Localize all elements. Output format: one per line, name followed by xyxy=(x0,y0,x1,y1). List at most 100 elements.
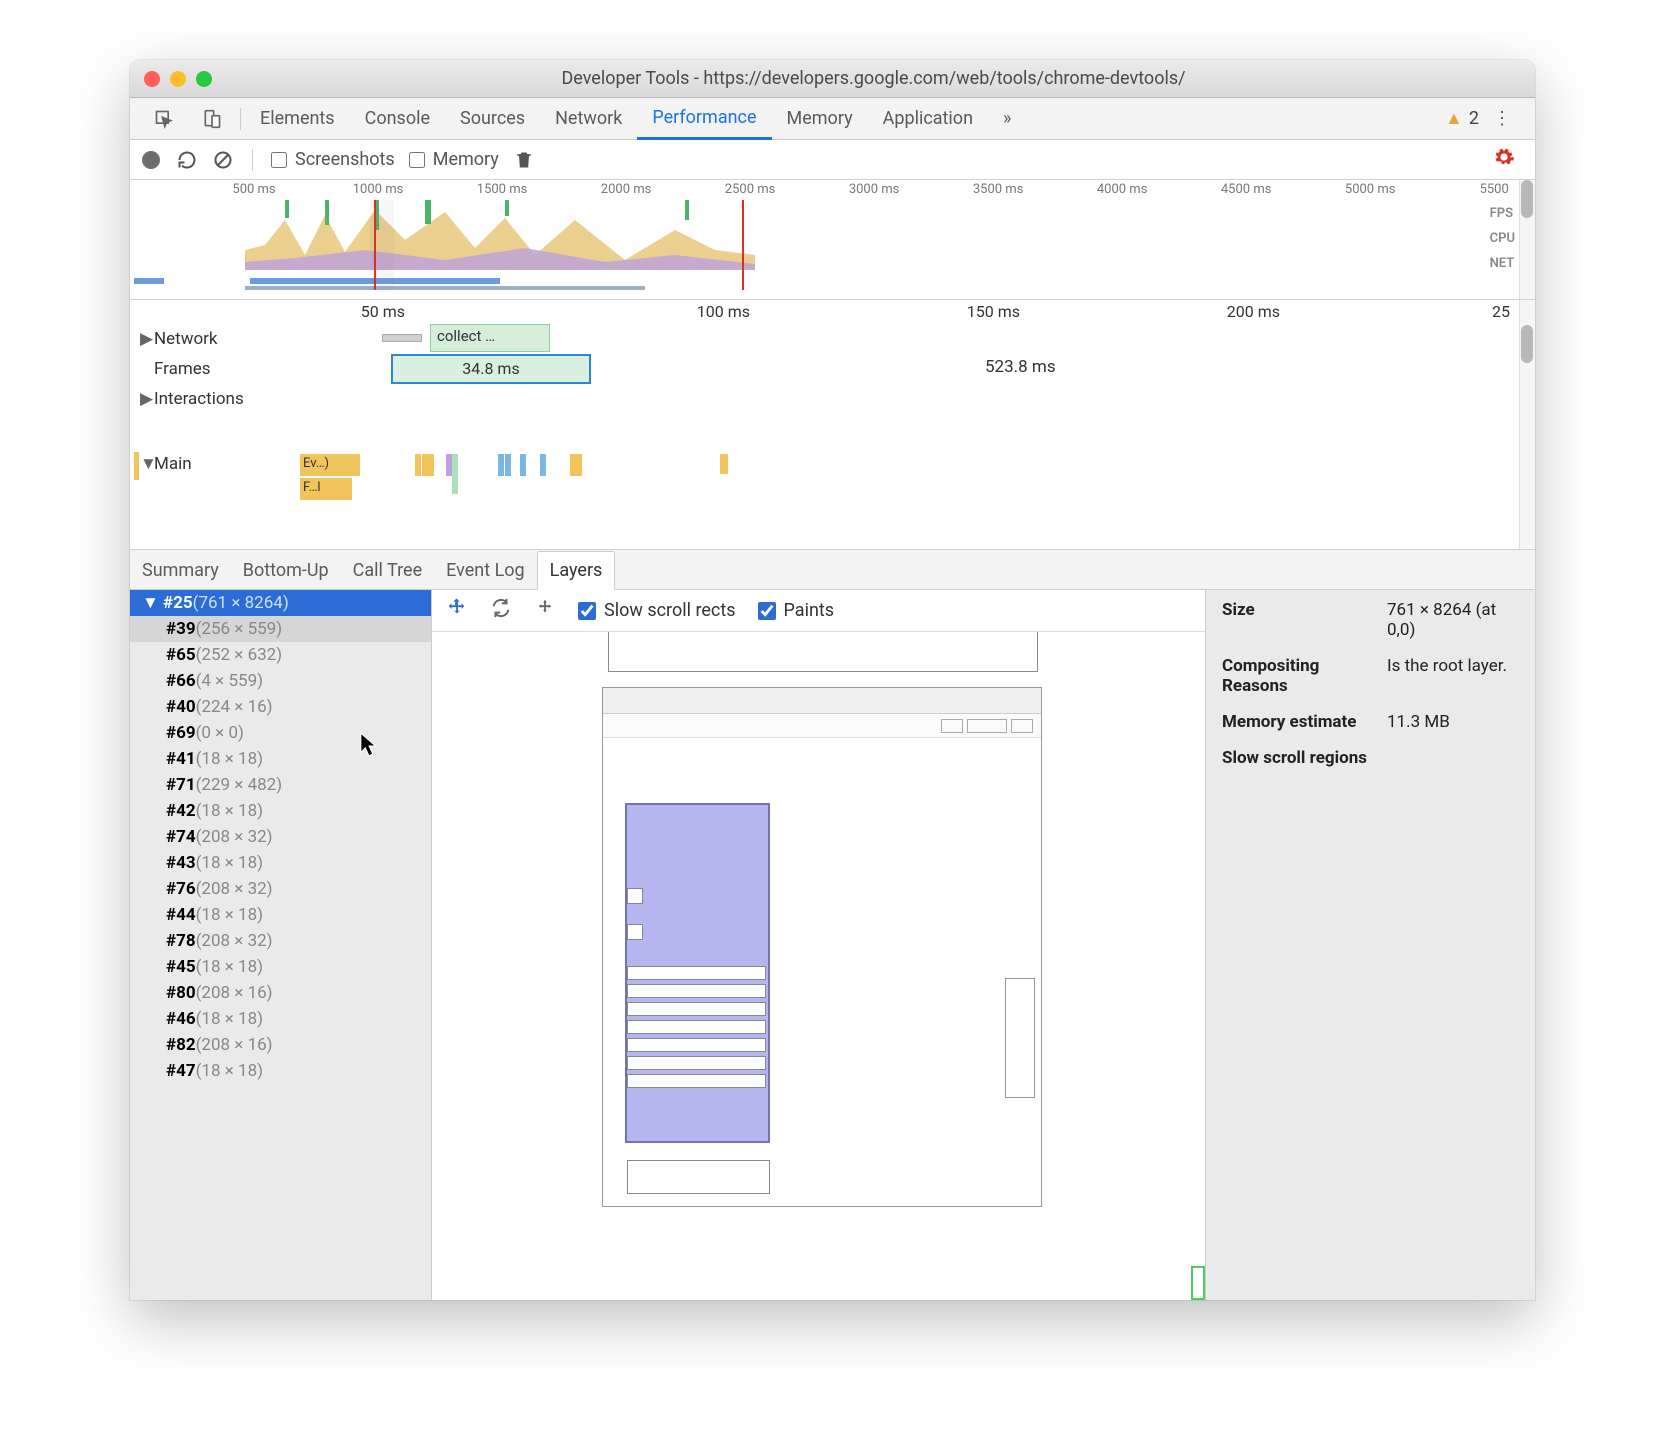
tab-performance[interactable]: Performance xyxy=(637,99,771,140)
overview-scrollbar[interactable] xyxy=(1519,180,1535,299)
layer-detail-row: Size761 × 8264 (at 0,0) xyxy=(1222,600,1519,640)
layer-tree-item[interactable]: #74(208 × 32) xyxy=(130,824,431,850)
layer-tree-item[interactable]: #39(256 × 559) xyxy=(130,616,431,642)
rotate-icon[interactable] xyxy=(490,597,512,624)
reset-icon[interactable] xyxy=(534,597,556,624)
layer-tree-item[interactable]: #78(208 × 32) xyxy=(130,928,431,954)
detail-tab-call-tree[interactable]: Call Tree xyxy=(341,552,434,589)
paints-label: Paints xyxy=(784,600,835,621)
detail-tab-bottom-up[interactable]: Bottom-Up xyxy=(231,552,341,589)
layer-tree-item[interactable]: #43(18 × 18) xyxy=(130,850,431,876)
tab-elements[interactable]: Elements xyxy=(245,98,350,139)
reload-button[interactable] xyxy=(176,149,198,171)
close-icon[interactable] xyxy=(144,71,160,87)
layer-tree-item[interactable]: #42(18 × 18) xyxy=(130,798,431,824)
overview-tick: 5000 ms xyxy=(1345,182,1396,197)
flamechart-pane[interactable]: 50 ms100 ms150 ms200 ms25 ▶Network colle… xyxy=(130,300,1535,550)
tabs-overflow[interactable]: » xyxy=(988,98,1026,139)
layer-tree-item[interactable]: #46(18 × 18) xyxy=(130,1006,431,1032)
clear-button[interactable] xyxy=(212,149,234,171)
zoom-icon[interactable] xyxy=(196,71,212,87)
main-flame[interactable]: Ev…) F…l xyxy=(300,454,600,514)
tab-network[interactable]: Network xyxy=(540,98,637,139)
slow-scroll-checkbox[interactable]: Slow scroll rects xyxy=(578,600,736,621)
layer-tree-item[interactable]: #47(18 × 18) xyxy=(130,1058,431,1084)
flame-event[interactable] xyxy=(452,454,458,494)
layer-tree-item[interactable]: #65(252 × 632) xyxy=(130,642,431,668)
track-interactions[interactable]: ▶Interactions xyxy=(130,384,1535,414)
flame-event[interactable] xyxy=(576,454,582,476)
track-main-label: Main xyxy=(154,454,192,474)
flamechart-scrollbar[interactable] xyxy=(1519,300,1535,549)
memory-checkbox[interactable]: Memory xyxy=(409,149,499,170)
track-network[interactable]: ▶Network xyxy=(130,324,1535,354)
device-icon[interactable] xyxy=(188,98,236,139)
minimize-icon[interactable] xyxy=(170,71,186,87)
layer-tree-item[interactable]: #66(4 × 559) xyxy=(130,668,431,694)
tab-application[interactable]: Application xyxy=(868,98,988,139)
layer-tree-item[interactable]: #44(18 × 18) xyxy=(130,902,431,928)
flamechart-scroll-thumb[interactable] xyxy=(1521,325,1533,363)
settings-icon[interactable] xyxy=(1493,146,1515,173)
detail-tab-layers[interactable]: Layers xyxy=(537,551,616,590)
overview-tick: 3000 ms xyxy=(849,182,900,197)
layer-tree-item[interactable]: #45(18 × 18) xyxy=(130,954,431,980)
layer-tree-item[interactable]: #41(18 × 18) xyxy=(130,746,431,772)
overview-tick: 2000 ms xyxy=(601,182,652,197)
flame-event[interactable] xyxy=(720,454,728,474)
layer-tree-root[interactable]: ▼ #25(761 × 8264) xyxy=(130,590,431,616)
inspect-icon[interactable] xyxy=(140,98,188,139)
caret-icon: ▶ xyxy=(140,329,154,349)
overview-graph[interactable] xyxy=(130,200,1535,290)
flame-event[interactable] xyxy=(540,454,546,476)
layer-tree-item[interactable]: #69(0 × 0) xyxy=(130,720,431,746)
flame-event[interactable] xyxy=(498,454,504,476)
layer-tree-item[interactable]: #71(229 × 482) xyxy=(130,772,431,798)
overview-pane[interactable]: 500 ms1000 ms1500 ms2000 ms2500 ms3000 m… xyxy=(130,180,1535,300)
flame-event[interactable] xyxy=(134,452,139,480)
overview-net-bar xyxy=(245,286,645,290)
layer-canvas[interactable] xyxy=(432,632,1205,1300)
tab-memory[interactable]: Memory xyxy=(772,98,868,139)
flame-event[interactable]: F…l xyxy=(300,478,352,500)
network-event[interactable]: collect … xyxy=(430,324,550,352)
layer-tree-item[interactable]: #82(208 × 16) xyxy=(130,1032,431,1058)
record-button[interactable] xyxy=(140,149,162,171)
perf-toolbar: Screenshots Memory xyxy=(130,140,1535,180)
overview-tick: 1500 ms xyxy=(477,182,528,197)
flame-event[interactable] xyxy=(415,454,421,476)
caret-icon: ▶ xyxy=(140,389,154,409)
pan-icon[interactable] xyxy=(446,597,468,624)
detail-tab-event-log[interactable]: Event Log xyxy=(434,552,537,589)
tab-sources[interactable]: Sources xyxy=(445,98,540,139)
flame-event[interactable]: Ev…) xyxy=(300,454,360,476)
paint-rect xyxy=(1191,1266,1205,1300)
layer-tree-item[interactable]: #76(208 × 32) xyxy=(130,876,431,902)
track-interactions-label: Interactions xyxy=(154,389,244,409)
flamechart-tracks: ▶Network collect … 34.8 ms 523.8 ms Fram… xyxy=(130,324,1535,549)
overview-tick: 5500 xyxy=(1480,182,1509,197)
flame-event[interactable] xyxy=(505,454,511,476)
overview-tick: 500 ms xyxy=(232,182,275,197)
overview-selection[interactable] xyxy=(370,200,394,290)
layer-tree-item[interactable]: #80(208 × 16) xyxy=(130,980,431,1006)
separator xyxy=(252,149,253,171)
detail-tab-summary[interactable]: Summary xyxy=(130,552,231,589)
tab-console[interactable]: Console xyxy=(350,98,445,139)
track-network-label: Network xyxy=(154,329,218,349)
kebab-menu-icon[interactable]: ⋮ xyxy=(1479,108,1525,129)
network-marker[interactable] xyxy=(382,334,422,342)
layer-preview[interactable] xyxy=(602,687,1042,1207)
track-frames[interactable]: Frames xyxy=(130,354,1535,384)
warning-count[interactable]: ▲ 2 xyxy=(1445,108,1479,129)
layer-tree[interactable]: ▼ #25(761 × 8264)#39(256 × 559)#65(252 ×… xyxy=(130,590,432,1300)
screenshots-checkbox[interactable]: Screenshots xyxy=(271,149,395,170)
flame-event[interactable] xyxy=(520,454,526,476)
flame-event[interactable] xyxy=(428,454,434,476)
titlebar[interactable]: Developer Tools - https://developers.goo… xyxy=(130,60,1535,98)
paints-checkbox[interactable]: Paints xyxy=(758,600,835,621)
layer-tree-item[interactable]: #40(224 × 16) xyxy=(130,694,431,720)
traffic-lights xyxy=(144,71,212,87)
overview-scroll-thumb[interactable] xyxy=(1521,180,1533,218)
trash-icon[interactable] xyxy=(513,149,535,171)
